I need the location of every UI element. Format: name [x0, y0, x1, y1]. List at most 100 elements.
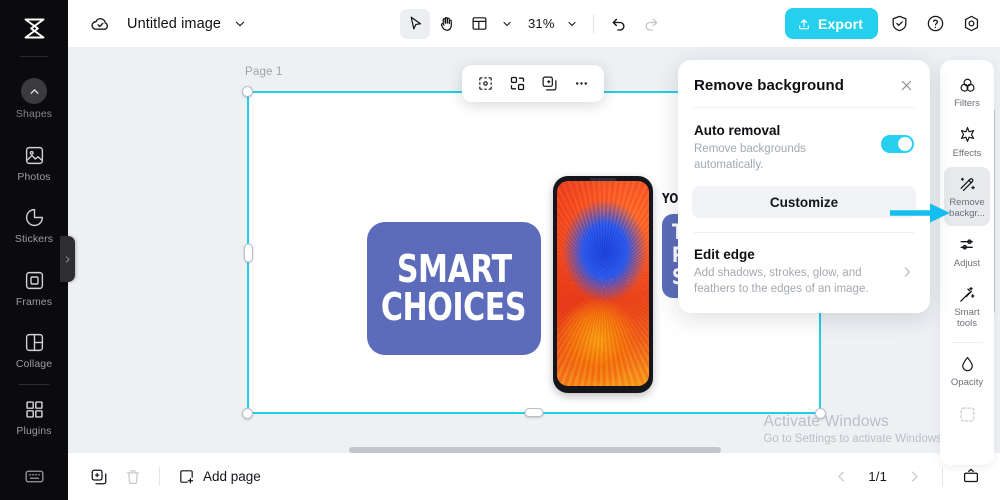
sidebar-item-photos[interactable]: Photos	[0, 138, 68, 190]
delete-page-button[interactable]	[118, 462, 148, 492]
remove-background-icon	[958, 174, 977, 194]
layout-chevron-down-icon[interactable]	[496, 10, 518, 38]
sidebar-label-frames: Frames	[15, 295, 53, 308]
headline-line-1: SMART	[396, 247, 512, 292]
export-button[interactable]: Export	[785, 8, 878, 39]
sidebar-item-frames[interactable]: Frames	[0, 263, 68, 315]
select-tool-button[interactable]	[400, 8, 430, 39]
placeholder-cutout-icon	[958, 404, 977, 424]
sidebar-collapse-handle[interactable]	[60, 236, 75, 282]
help-icon[interactable]	[920, 9, 950, 39]
right-label-adjust: Adjust	[953, 257, 981, 269]
right-item-smart-tools[interactable]: Smart tools	[944, 277, 990, 335]
sidebar-divider-2	[19, 383, 49, 385]
capcut-logo-icon	[24, 18, 44, 38]
wallpaper-rays	[557, 181, 649, 386]
sticker-icon	[24, 207, 45, 229]
keyboard-shortcuts-button[interactable]	[0, 466, 68, 488]
smartphone-image[interactable]	[553, 176, 653, 393]
page-counter: 1/1	[868, 469, 887, 484]
adjust-sliders-icon	[958, 235, 977, 255]
zoom-chevron-down-icon[interactable]	[561, 10, 583, 38]
collage-icon	[24, 332, 45, 354]
sidebar-item-stickers[interactable]: Stickers	[0, 200, 68, 252]
zoom-level[interactable]: 31%	[528, 16, 555, 31]
edit-edge-title: Edit edge	[694, 247, 755, 263]
sidebar-label-shapes: Shapes	[15, 108, 53, 120]
right-item-opacity[interactable]: Opacity	[944, 347, 990, 395]
chevron-up-circle-icon	[21, 78, 47, 104]
gear-icon[interactable]	[956, 9, 986, 39]
right-tools-panel: Filters Effects Remove backgr... Adjust …	[940, 60, 994, 465]
effects-icon	[958, 125, 977, 145]
app-logo[interactable]	[0, 0, 68, 56]
header-actions: Export	[785, 0, 986, 47]
add-page-icon	[180, 470, 194, 484]
layout-tool-button[interactable]	[464, 9, 494, 39]
chevron-left-icon	[838, 471, 844, 482]
add-page-button[interactable]: Add page	[171, 463, 268, 490]
previous-page-button[interactable]	[826, 462, 856, 492]
auto-removal-text: Auto removal Remove backgrounds automati…	[694, 123, 881, 173]
customize-button[interactable]: Customize	[692, 186, 916, 219]
activate-windows-watermark: Activate Windows Go to Settings to activ…	[763, 413, 945, 445]
remove-background-panel: Remove background Auto removal Remove ba…	[678, 60, 930, 314]
right-item-effects[interactable]: Effects	[944, 118, 990, 166]
duplicate-page-button[interactable]	[84, 462, 114, 492]
auto-removal-toggle[interactable]	[881, 135, 914, 153]
sidebar-item-collage[interactable]: Collage	[0, 325, 68, 377]
export-label: Export	[818, 15, 863, 32]
document-title[interactable]: Untitled image	[127, 16, 221, 32]
sidebar-item-shapes[interactable]: Shapes	[0, 71, 68, 127]
edit-edge-description: Add shadows, strokes, glow, and feathers…	[694, 267, 869, 295]
sidebar-label-photos: Photos	[17, 170, 51, 183]
auto-removal-title: Auto removal	[694, 123, 781, 138]
frame-icon	[24, 270, 45, 292]
cutout-icon[interactable]	[471, 70, 499, 98]
chevron-right-icon	[65, 255, 70, 263]
redo-button[interactable]	[636, 9, 666, 39]
right-item-extra[interactable]	[944, 397, 990, 430]
cloud-check-icon[interactable]	[90, 13, 111, 34]
page-label: Page 1	[245, 66, 283, 78]
hand-tool-button[interactable]	[432, 9, 462, 39]
upload-icon	[799, 18, 810, 29]
sidebar-item-plugins[interactable]: Plugins	[0, 392, 68, 444]
more-options-icon[interactable]	[567, 70, 595, 98]
footer-divider	[159, 467, 160, 486]
design-headline-card[interactable]: SMART CHOICES	[367, 222, 541, 355]
keyboard-icon	[24, 466, 45, 488]
right-label-effects: Effects	[952, 147, 982, 159]
right-item-filters[interactable]: Filters	[944, 68, 990, 116]
duplicate-layer-icon[interactable]	[535, 70, 563, 98]
smart-tools-icon	[958, 284, 977, 304]
document-title-chevron-down-icon[interactable]	[233, 17, 247, 31]
edit-edge-row[interactable]: Edit edge Add shadows, strokes, glow, an…	[678, 233, 930, 313]
edit-edge-text: Edit edge Add shadows, strokes, glow, an…	[694, 247, 900, 297]
fit-screen-icon	[963, 468, 979, 482]
sidebar-divider	[20, 56, 48, 57]
app-footer: Add page 1/1	[68, 453, 1000, 500]
auto-removal-row: Auto removal Remove backgrounds automati…	[678, 108, 930, 186]
add-page-label: Add page	[203, 469, 261, 484]
sidebar-label-collage: Collage	[15, 358, 53, 370]
headline-line-2: CHOICES	[381, 284, 527, 329]
right-rail-divider	[951, 342, 983, 344]
filters-icon	[958, 75, 977, 95]
right-item-adjust[interactable]: Adjust	[944, 228, 990, 276]
panel-title: Remove background	[694, 77, 845, 94]
close-icon[interactable]	[899, 78, 914, 93]
undo-button[interactable]	[604, 9, 634, 39]
panel-header: Remove background	[678, 60, 930, 107]
footer-divider-2	[942, 467, 943, 486]
qr-layout-icon[interactable]	[503, 70, 531, 98]
fit-to-screen-button[interactable]	[956, 462, 986, 492]
app-header: Untitled image 31% Export	[68, 0, 1000, 47]
opacity-droplet-icon	[958, 354, 977, 374]
canvas-tools: 31%	[400, 0, 666, 47]
duplicate-page-icon	[91, 469, 107, 484]
shield-check-icon[interactable]	[884, 9, 914, 39]
next-page-button[interactable]	[899, 462, 929, 492]
right-item-remove-background[interactable]: Remove backgr...	[944, 167, 990, 226]
trash-icon	[126, 469, 140, 484]
